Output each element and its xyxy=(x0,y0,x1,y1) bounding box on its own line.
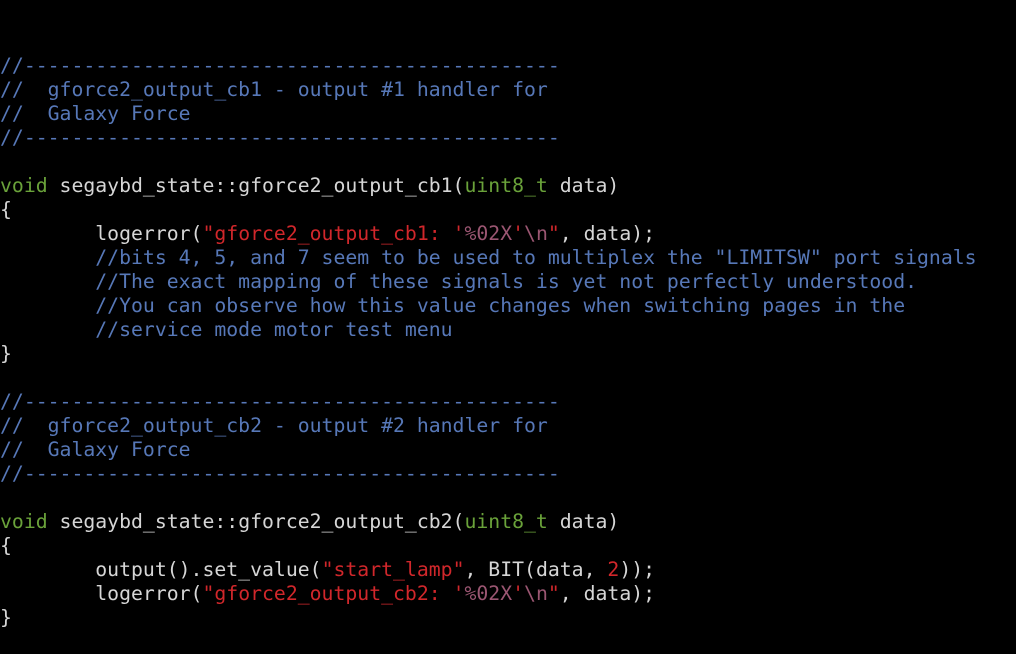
default-token: data) xyxy=(547,510,620,533)
comment-token: //--------------------------------------… xyxy=(0,462,560,485)
number-token: 2 xyxy=(607,558,620,581)
code-line[interactable]: void segaybd_state::gforce2_output_cb2(u… xyxy=(0,510,1016,534)
comment-token: //--------------------------------------… xyxy=(0,126,560,149)
code-line[interactable] xyxy=(0,366,1016,390)
default-token: data) xyxy=(547,174,620,197)
comment-token: // gforce2_output_cb2 - output #2 handle… xyxy=(0,414,548,437)
comment-token: // Galaxy Force xyxy=(0,102,191,125)
code-line[interactable]: { xyxy=(0,534,1016,558)
default-token: output().set_value( xyxy=(0,558,322,581)
default-token: segaybd_state::gforce2_output_cb2( xyxy=(47,510,465,533)
code-line[interactable] xyxy=(0,486,1016,510)
code-line[interactable]: //--------------------------------------… xyxy=(0,462,1016,486)
default-token: , BIT(data, xyxy=(464,558,608,581)
comment-token: //--------------------------------------… xyxy=(0,54,560,77)
keyword-token: void xyxy=(0,174,48,197)
code-lines: //--------------------------------------… xyxy=(0,54,1016,630)
default-token: } xyxy=(0,606,12,629)
default-token: logerror( xyxy=(0,222,203,245)
code-line[interactable]: //bits 4, 5, and 7 seem to be used to mu… xyxy=(0,246,1016,270)
default-token: , data); xyxy=(559,222,656,245)
code-editor[interactable]: //--------------------------------------… xyxy=(0,0,1016,629)
default-token: { xyxy=(0,534,12,557)
comment-token: //service mode motor test menu xyxy=(0,318,453,341)
special-token: \n xyxy=(524,222,548,245)
special-token: %02X xyxy=(464,222,513,245)
default-token: , data); xyxy=(559,582,656,605)
keyword-token: void xyxy=(0,510,48,533)
special-token: \n xyxy=(524,582,548,605)
code-line[interactable]: } xyxy=(0,342,1016,366)
code-line[interactable]: void segaybd_state::gforce2_output_cb1(u… xyxy=(0,174,1016,198)
code-line[interactable]: //--------------------------------------… xyxy=(0,126,1016,150)
code-line[interactable]: logerror("gforce2_output_cb2: '%02X'\n",… xyxy=(0,582,1016,606)
comment-token: // Galaxy Force xyxy=(0,438,191,461)
string-token: ' xyxy=(512,222,525,245)
default-token: } xyxy=(0,342,12,365)
default-token: { xyxy=(0,198,12,221)
comment-token: // gforce2_output_cb1 - output #1 handle… xyxy=(0,78,548,101)
code-line[interactable]: // Galaxy Force xyxy=(0,102,1016,126)
default-token: )); xyxy=(619,558,656,581)
code-line[interactable]: } xyxy=(0,606,1016,630)
special-token: %02X xyxy=(464,582,513,605)
code-line[interactable]: { xyxy=(0,198,1016,222)
default-token: logerror( xyxy=(0,582,203,605)
code-line[interactable]: //The exact mapping of these signals is … xyxy=(0,270,1016,294)
code-line[interactable]: //--------------------------------------… xyxy=(0,390,1016,414)
code-line[interactable]: output().set_value("start_lamp", BIT(dat… xyxy=(0,558,1016,582)
comment-token: //--------------------------------------… xyxy=(0,390,560,413)
default-token: segaybd_state::gforce2_output_cb1( xyxy=(47,174,465,197)
comment-token: //You can observe how this value changes… xyxy=(0,294,906,317)
comment-token: //The exact mapping of these signals is … xyxy=(0,270,918,293)
string-token: "gforce2_output_cb2: ' xyxy=(202,582,465,605)
string-token: ' xyxy=(512,582,525,605)
code-line[interactable]: // gforce2_output_cb1 - output #1 handle… xyxy=(0,78,1016,102)
code-line[interactable]: // Galaxy Force xyxy=(0,438,1016,462)
keyword-token: uint8_t xyxy=(464,510,548,533)
code-line[interactable]: //You can observe how this value changes… xyxy=(0,294,1016,318)
string-token: " xyxy=(547,222,560,245)
code-line[interactable]: // gforce2_output_cb2 - output #2 handle… xyxy=(0,414,1016,438)
code-line[interactable]: //service mode motor test menu xyxy=(0,318,1016,342)
string-token: " xyxy=(547,582,560,605)
code-line[interactable] xyxy=(0,150,1016,174)
code-line[interactable]: logerror("gforce2_output_cb1: '%02X'\n",… xyxy=(0,222,1016,246)
string-token: "gforce2_output_cb1: ' xyxy=(202,222,465,245)
code-line[interactable]: //--------------------------------------… xyxy=(0,54,1016,78)
comment-token: //bits 4, 5, and 7 seem to be used to mu… xyxy=(0,246,977,269)
keyword-token: uint8_t xyxy=(464,174,548,197)
string-token: "start_lamp" xyxy=(321,558,465,581)
